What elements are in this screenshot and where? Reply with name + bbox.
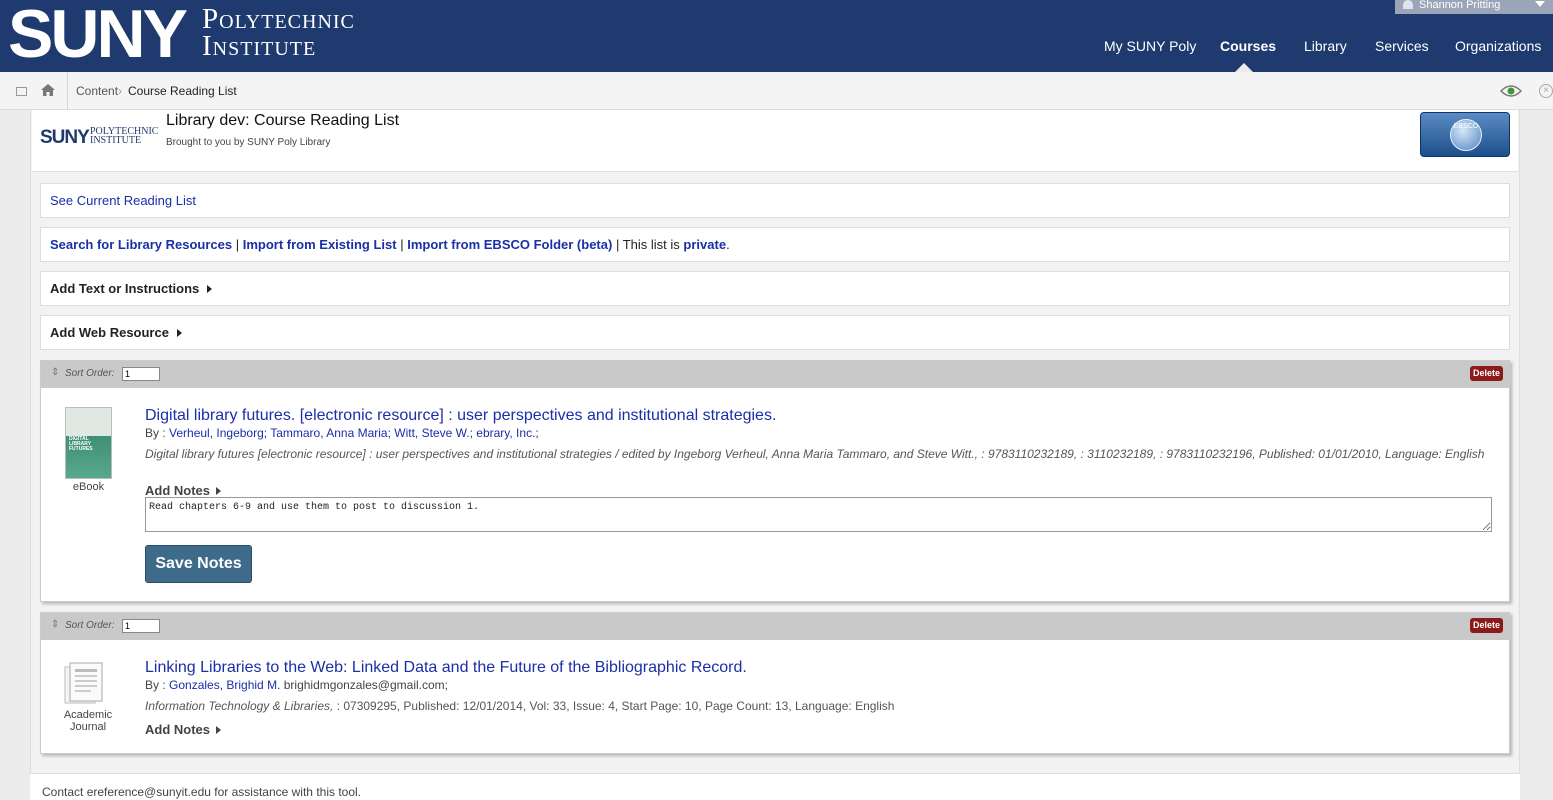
add-notes-label: Add Notes (145, 722, 210, 737)
item-title-link[interactable]: Digital library futures. [electronic res… (145, 407, 776, 425)
period: . (726, 237, 730, 252)
separator: | (615, 237, 620, 252)
search-resources-link[interactable]: Search for Library Resources (50, 237, 232, 252)
resource-type-line2: Journal (69, 721, 107, 733)
item-toolbar: ⇕ Sort Order: Delete (41, 613, 1509, 640)
chevron-down-icon (1535, 1, 1545, 7)
save-notes-button[interactable]: Save Notes (145, 545, 252, 583)
polytechnic-logo-text[interactable]: Polytechnic Institute (202, 3, 355, 62)
item-citation: Information Technology & Libraries, : 07… (145, 700, 1485, 713)
item-citation: Digital library futures [electronic reso… (145, 448, 1485, 461)
item-authors: By : Gonzales, Brighid M. brighidmgonzal… (145, 678, 448, 692)
user-menu[interactable]: Shannon Pritting (1395, 0, 1553, 14)
logo-line-1: Polytechnic (202, 3, 355, 35)
home-icon[interactable] (40, 83, 56, 97)
add-web-toggle[interactable]: Add Web Resource (50, 325, 169, 340)
user-icon (1403, 0, 1413, 9)
tool-header: SUNY POLYTECHNIC INSTITUTE Library dev: … (32, 110, 1518, 172)
header-logo-suny: SUNY (40, 127, 90, 148)
resource-type: eBook (72, 481, 105, 493)
user-name: Shannon Pritting (1419, 0, 1501, 11)
by-label: By : (145, 426, 166, 440)
caret-right-icon (216, 487, 221, 495)
drag-handle-icon[interactable]: ⇕ (51, 367, 59, 378)
reading-item: ⇕ Sort Order: Delete Academic Journal Li… (40, 612, 1510, 754)
import-existing-link[interactable]: Import from Existing List (243, 237, 397, 252)
actions-box: Search for Library Resources | Import fr… (40, 227, 1510, 262)
header-logo-poly-2: INSTITUTE (90, 135, 142, 146)
citation-details: : 07309295, Published: 12/01/2014, Vol: … (336, 699, 895, 713)
nav-organizations[interactable]: Organizations (1455, 38, 1541, 54)
breadcrumb-content[interactable]: Content (76, 84, 118, 98)
separator: | (400, 237, 404, 252)
item-authors: By : Verheul, Ingeborg; Tammaro, Anna Ma… (145, 426, 539, 440)
notes-textarea[interactable]: Read chapters 6-9 and use them to post t… (145, 497, 1492, 532)
separator: | (235, 237, 240, 252)
add-text-toggle[interactable]: Add Text or Instructions (50, 281, 199, 296)
suny-logo-text[interactable]: SUNY (8, 0, 188, 68)
breadcrumb-bar: Content › Course Reading List (0, 72, 1553, 110)
add-notes-toggle[interactable]: Add Notes (145, 483, 221, 498)
import-ebsco-link[interactable]: Import from EBSCO Folder (beta) (407, 237, 612, 252)
see-current-box: See Current Reading List (40, 183, 1510, 218)
active-nav-pointer (1235, 63, 1253, 72)
ebsco-logo-button[interactable]: EBSCO (1420, 112, 1510, 157)
journal-icon (64, 662, 103, 704)
caret-right-icon (216, 726, 221, 734)
breadcrumb-current: Course Reading List (128, 84, 237, 98)
see-current-link[interactable]: See Current Reading List (50, 193, 196, 208)
item-title-link[interactable]: Linking Libraries to the Web: Linked Dat… (145, 659, 747, 677)
sort-order-label: Sort Order: (65, 620, 115, 631)
eye-icon[interactable] (1500, 83, 1522, 99)
caret-right-icon (207, 285, 213, 293)
page-subtitle: Brought to you by SUNY Poly Library (166, 137, 331, 148)
logo-line-2: Institute (202, 30, 317, 62)
sort-order-input[interactable] (122, 367, 160, 381)
add-notes-toggle[interactable]: Add Notes (145, 722, 221, 737)
top-banner: SUNY Polytechnic Institute Shannon Pritt… (0, 0, 1553, 72)
breadcrumb-separator: › (118, 84, 122, 98)
window-icon[interactable] (16, 87, 27, 96)
item-toolbar: ⇕ Sort Order: Delete (41, 361, 1509, 388)
author-link[interactable]: Gonzales, Brighid M. (169, 678, 280, 692)
footer: Contact ereference@sunyit.edu for assist… (30, 773, 1520, 800)
sort-order-label: Sort Order: (65, 368, 115, 379)
citation-journal: Information Technology & Libraries, (145, 699, 334, 713)
ebsco-globe-icon: EBSCO (1450, 119, 1482, 151)
author-links[interactable]: Verheul, Ingeborg; Tammaro, Anna Maria; … (169, 426, 539, 440)
add-text-box[interactable]: Add Text or Instructions (40, 271, 1510, 306)
nav-library[interactable]: Library (1304, 38, 1347, 54)
by-label: By : (145, 678, 166, 692)
nav-courses[interactable]: Courses (1220, 38, 1276, 54)
contact-text: Contact ereference@sunyit.edu for assist… (42, 785, 362, 799)
citation-text: Digital library futures [electronic reso… (145, 447, 1485, 461)
header-logo-poly: POLYTECHNIC INSTITUTE (90, 127, 158, 146)
book-cover-image[interactable]: DIGITAL LIBRARY FUTURES (65, 407, 112, 479)
resource-type: Academic Journal (55, 709, 121, 733)
caret-right-icon (176, 329, 182, 337)
delete-button[interactable]: Delete (1470, 618, 1503, 633)
author-email: brighidmgonzales@gmail.com; (283, 678, 448, 692)
reading-item: ⇕ Sort Order: Delete DIGITAL LIBRARY FUT… (40, 360, 1510, 602)
delete-button[interactable]: Delete (1470, 366, 1503, 381)
sort-order-input[interactable] (122, 619, 160, 633)
privacy-link[interactable]: private (683, 237, 726, 252)
resource-type-line1: Academic (63, 709, 113, 721)
close-icon[interactable]: × (1539, 84, 1553, 98)
divider (67, 72, 68, 110)
page-title: Library dev: Course Reading List (166, 112, 400, 129)
nav-services[interactable]: Services (1375, 38, 1429, 54)
nav-my-suny-poly[interactable]: My SUNY Poly (1104, 38, 1196, 54)
book-cover-title: DIGITAL LIBRARY FUTURES (69, 436, 93, 452)
add-web-box[interactable]: Add Web Resource (40, 315, 1510, 350)
add-notes-label: Add Notes (145, 483, 210, 498)
list-privacy-text: This list is (622, 237, 680, 252)
drag-handle-icon[interactable]: ⇕ (51, 619, 59, 630)
